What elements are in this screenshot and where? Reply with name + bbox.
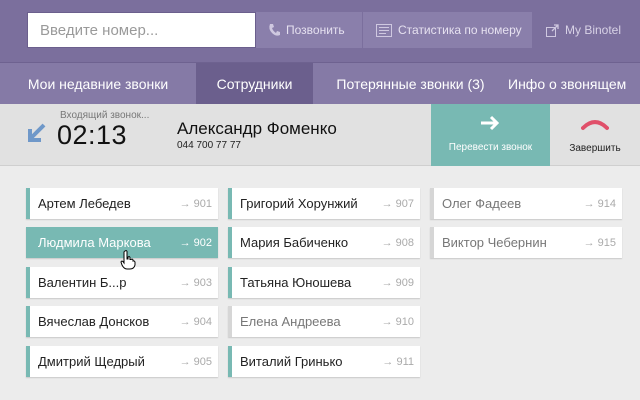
employee-item[interactable]: Григорий Хорунжий → 907 — [228, 188, 420, 219]
hand-cursor-icon — [120, 250, 136, 275]
employee-name: Артем Лебедев — [38, 196, 131, 211]
employee-extension: → 915 — [583, 236, 616, 249]
search-box — [27, 12, 256, 48]
employee-item[interactable]: Виктор Чебернин → 915 — [430, 227, 622, 258]
caller-number: 044 700 77 77 — [177, 140, 241, 151]
my-binotel-label: My Binotel — [565, 23, 622, 37]
employee-extension: → 901 — [179, 197, 212, 210]
employee-name: Олег Фадеев — [442, 196, 522, 211]
phone-search-input[interactable] — [28, 13, 255, 47]
employee-extension: → 907 — [381, 197, 414, 210]
employee-name: Виктор Чебернин — [442, 235, 547, 250]
employee-item[interactable]: Олег Фадеев → 914 — [430, 188, 622, 219]
end-call-label: Завершить — [569, 143, 621, 154]
employee-item[interactable]: Виталий Гринько → 911 — [228, 346, 420, 377]
employee-extension: → 910 — [381, 315, 414, 328]
stats-button-label: Статистика по номеру — [398, 23, 522, 37]
main-tabs: Мои недавние звонки Сотрудники Потерянны… — [0, 62, 640, 104]
employee-name: Григорий Хорунжий — [240, 196, 358, 211]
employee-name: Мария Бабиченко — [240, 235, 349, 250]
employee-extension: → 905 — [179, 355, 212, 368]
employee-extension: → 904 — [179, 315, 212, 328]
transfer-call-label: Перевести звонок — [448, 142, 533, 153]
tab-recent-calls[interactable]: Мои недавние звонки — [0, 63, 196, 104]
end-call-button[interactable]: Завершить — [550, 104, 640, 166]
employee-item[interactable]: Артем Лебедев → 901 — [26, 188, 218, 219]
tab-caller-info[interactable]: Инфо о звонящем — [508, 63, 640, 104]
call-button[interactable]: Позвонить — [256, 12, 362, 48]
employee-name: Елена Андреева — [240, 314, 341, 329]
employee-item[interactable]: Татьяна Юношева → 909 — [228, 267, 420, 298]
employee-item[interactable]: Елена Андреева → 910 — [228, 306, 420, 337]
incoming-call-icon — [24, 122, 48, 151]
employee-name: Дмитрий Щедрый — [38, 354, 145, 369]
employee-extension: → 902 — [179, 236, 212, 249]
employee-extension: → 908 — [381, 236, 414, 249]
employee-name: Людмила Маркова — [38, 235, 151, 250]
caller-name: Александр Фоменко — [177, 119, 337, 138]
call-timer: 02:13 — [57, 120, 128, 150]
employee-extension: → 909 — [381, 276, 414, 289]
employee-name: Татьяна Юношева — [240, 275, 352, 290]
employee-item[interactable]: Дмитрий Щедрый → 905 — [26, 346, 218, 377]
employee-name: Валентин Б...р — [38, 275, 127, 290]
external-link-icon — [546, 23, 559, 37]
list-icon — [376, 23, 392, 37]
my-binotel-link[interactable]: My Binotel — [540, 12, 640, 48]
call-button-label: Позвонить — [286, 23, 345, 37]
employee-extension: → 903 — [179, 276, 212, 289]
employee-item[interactable]: Вячеслав Донсков → 904 — [26, 306, 218, 337]
employee-name: Виталий Гринько — [240, 354, 343, 369]
transfer-call-button[interactable]: Перевести звонок — [431, 104, 550, 166]
phone-icon — [268, 23, 280, 37]
tab-employees[interactable]: Сотрудники — [196, 63, 313, 104]
stats-button[interactable]: Статистика по номеру — [362, 12, 532, 48]
employee-extension: → 914 — [583, 197, 616, 210]
hangup-icon — [581, 118, 609, 136]
employee-name: Вячеслав Донсков — [38, 314, 150, 329]
employee-item[interactable]: Мария Бабиченко → 908 — [228, 227, 420, 258]
employee-extension: → 911 — [382, 355, 414, 368]
arrow-right-icon — [480, 115, 501, 136]
tab-missed-calls[interactable]: Потерянные звонки (3) — [313, 63, 508, 104]
